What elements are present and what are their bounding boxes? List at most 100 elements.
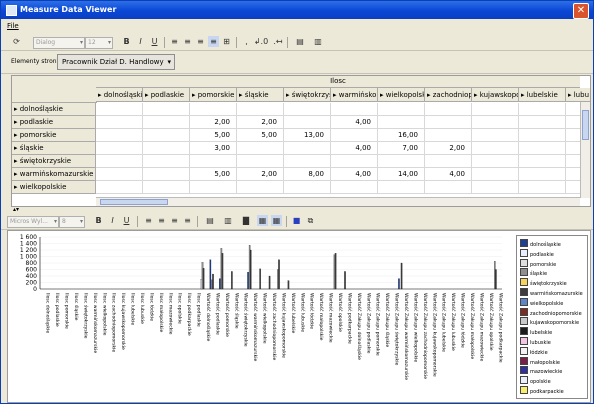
column-header[interactable]: ▸ śląskie <box>237 88 284 102</box>
grid-cell[interactable] <box>519 181 566 194</box>
column-header[interactable]: ▸ lubelskie <box>519 88 566 102</box>
row-header[interactable]: ▸ dolnośląskie <box>12 103 96 116</box>
chart-font-combo[interactable]: Micros Wyl... ▾ <box>7 216 59 228</box>
row-header[interactable]: ▸ podlaskie <box>12 116 96 129</box>
grid-cell[interactable]: 2,00 <box>190 116 237 129</box>
grid-cell[interactable] <box>190 155 237 168</box>
grid-cell[interactable]: 3,00 <box>190 142 237 155</box>
grid-cell[interactable]: 14,00 <box>378 168 425 181</box>
grid-vertical-scrollbar[interactable] <box>580 102 590 198</box>
grid-cell[interactable] <box>472 116 519 129</box>
grid-cell[interactable] <box>237 142 284 155</box>
grid-cell[interactable] <box>143 142 190 155</box>
grid-cell[interactable] <box>96 129 143 142</box>
size-combo[interactable]: 12 ▾ <box>85 37 113 49</box>
grid-cell[interactable]: 8,00 <box>284 168 331 181</box>
column-header[interactable]: ▸ świętokrzyskie <box>284 88 331 102</box>
increase-decimals-icon[interactable]: ↲.0 <box>253 36 269 47</box>
grid-cell[interactable] <box>96 103 143 116</box>
grid-cell[interactable] <box>143 116 190 129</box>
properties-icon[interactable]: ▤ <box>202 215 218 226</box>
comma-format-icon[interactable]: , <box>241 36 252 47</box>
menu-file[interactable]: File <box>7 22 19 30</box>
grid-cell[interactable] <box>143 181 190 194</box>
grid-cell[interactable]: 4,00 <box>331 142 378 155</box>
page-filter-dropdown[interactable]: Pracownik Dział D. Handlowy ▾ <box>57 54 175 70</box>
grid-cell[interactable] <box>472 129 519 142</box>
grid-view-icon[interactable]: ▦ <box>257 215 268 226</box>
chart-italic-button[interactable]: I <box>107 215 118 226</box>
grid-cell[interactable] <box>331 103 378 116</box>
grid-cell[interactable]: 5,00 <box>237 129 284 142</box>
decrease-decimals-icon[interactable]: .↤ <box>271 36 285 47</box>
grid-cell[interactable]: 4,00 <box>331 168 378 181</box>
grid-cell[interactable]: 4,00 <box>425 168 472 181</box>
grid-cell[interactable] <box>331 155 378 168</box>
scroll-thumb[interactable] <box>100 199 168 205</box>
grid-cell[interactable] <box>425 103 472 116</box>
grid-cell[interactable]: 5,00 <box>190 129 237 142</box>
export-icon[interactable]: ▥ <box>311 36 325 47</box>
justify-icon[interactable]: ≡ <box>208 36 219 47</box>
grid-cell[interactable] <box>519 155 566 168</box>
grid-cell[interactable]: 2,00 <box>237 168 284 181</box>
grid-cell[interactable] <box>425 155 472 168</box>
column-header[interactable]: ▸ podlaskie <box>143 88 190 102</box>
scroll-thumb[interactable] <box>582 110 589 140</box>
grid-cell[interactable] <box>143 155 190 168</box>
bold-button[interactable]: B <box>121 36 132 47</box>
grid-cell[interactable] <box>237 181 284 194</box>
table-view-icon[interactable]: ▦ <box>271 215 282 226</box>
grid-cell[interactable]: 2,00 <box>425 142 472 155</box>
grid-cell[interactable] <box>96 155 143 168</box>
font-combo[interactable]: Dialog ▾ <box>33 37 85 49</box>
align-left-icon[interactable]: ≡ <box>143 215 154 226</box>
grid-cell[interactable] <box>425 181 472 194</box>
align-center-icon[interactable]: ≡ <box>182 36 193 47</box>
italic-button[interactable]: I <box>135 36 146 47</box>
grid-cell[interactable] <box>425 116 472 129</box>
grid-cell[interactable] <box>96 116 143 129</box>
grid-cell[interactable] <box>143 168 190 181</box>
grid-cell[interactable] <box>519 129 566 142</box>
grid-horizontal-scrollbar[interactable] <box>96 197 580 206</box>
grid-cell[interactable] <box>96 181 143 194</box>
row-header[interactable]: ▸ pomorskie <box>12 129 96 142</box>
color-icon[interactable]: ■ <box>291 215 302 226</box>
column-header[interactable]: ▸ zachodniopomorskie <box>425 88 472 102</box>
underline-button[interactable]: U <box>149 36 160 47</box>
chart-bold-button[interactable]: B <box>93 215 104 226</box>
grid-cell[interactable] <box>190 103 237 116</box>
column-header[interactable]: ▸ warmińskomazurskie <box>331 88 378 102</box>
grid-cell[interactable] <box>96 168 143 181</box>
grid-cell[interactable] <box>284 155 331 168</box>
grid-cell[interactable] <box>96 142 143 155</box>
grid-cell[interactable] <box>284 142 331 155</box>
grid-cell[interactable] <box>472 181 519 194</box>
grid-cell[interactable] <box>378 181 425 194</box>
grid-cell[interactable] <box>472 168 519 181</box>
grid-cell[interactable]: 5,00 <box>190 168 237 181</box>
grid-cell[interactable] <box>378 116 425 129</box>
grid-cell[interactable] <box>237 103 284 116</box>
grid-cell[interactable] <box>284 103 331 116</box>
chart-underline-button[interactable]: U <box>121 215 132 226</box>
properties-icon[interactable]: ▤ <box>292 36 308 47</box>
grid-cell[interactable] <box>143 129 190 142</box>
column-header[interactable]: ▸ dolnośląskie <box>96 88 143 102</box>
column-header[interactable]: ▸ pomorskie <box>190 88 237 102</box>
grid-cell[interactable] <box>519 103 566 116</box>
bar-chart-icon[interactable]: ▇ <box>239 215 253 226</box>
grid-cell[interactable] <box>237 155 284 168</box>
grid-cell[interactable] <box>519 116 566 129</box>
close-button[interactable]: ✕ <box>573 3 589 19</box>
align-center-icon[interactable]: ≡ <box>156 215 167 226</box>
grid-cell[interactable] <box>284 181 331 194</box>
grid-cell[interactable] <box>472 103 519 116</box>
grid-cell[interactable] <box>331 181 378 194</box>
justify-icon[interactable]: ≡ <box>182 215 193 226</box>
collapse-icon[interactable]: ▴▾ <box>13 206 19 213</box>
row-header[interactable]: ▸ warmińskomazurskie <box>12 168 96 181</box>
wrap-icon[interactable]: ⊞ <box>221 36 232 47</box>
grid-cell[interactable] <box>284 116 331 129</box>
